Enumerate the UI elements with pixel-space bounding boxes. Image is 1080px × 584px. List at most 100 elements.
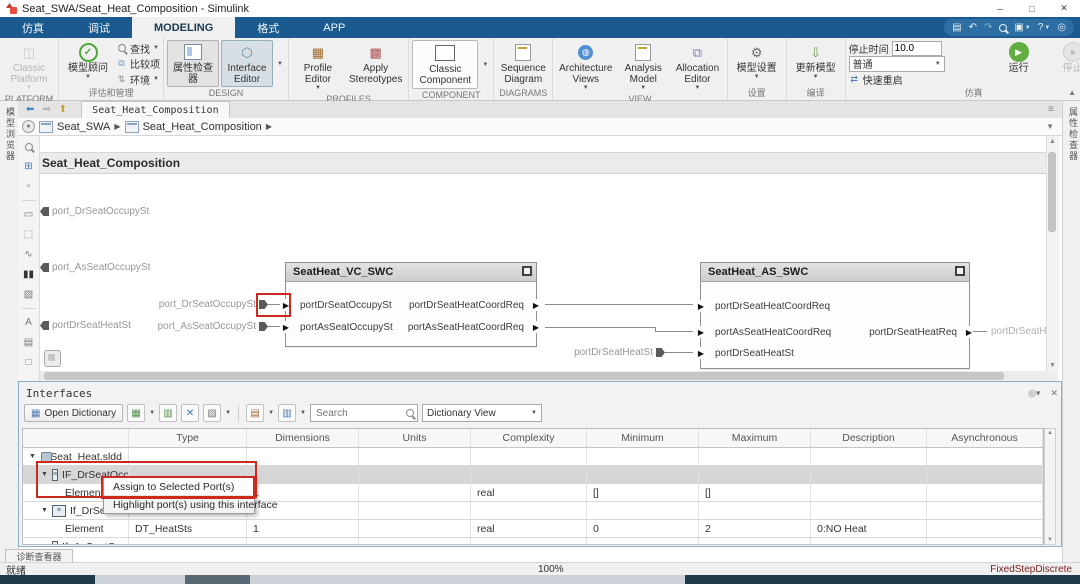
- minimize-button[interactable]: ─: [984, 1, 1016, 17]
- save-icon[interactable]: ▤: [952, 22, 961, 33]
- allocation-editor-button[interactable]: ⧉ Allocation Editor ▼: [671, 40, 723, 93]
- external-port[interactable]: portDrSeatHeatSt: [40, 320, 131, 331]
- canvas-badge-icon[interactable]: [44, 350, 61, 367]
- environment-button[interactable]: ⇅ 环境 ▼: [116, 72, 160, 87]
- stop-button[interactable]: ■ 停止: [1047, 40, 1080, 87]
- in-port-icon[interactable]: ▶: [695, 300, 707, 312]
- add-interface-caret-icon[interactable]: ▼: [149, 410, 155, 416]
- expand-icon[interactable]: ▼: [41, 543, 48, 544]
- breadcrumb-home-icon[interactable]: ●: [22, 120, 35, 133]
- port-connector-label[interactable]: portDrSeatHeatSt: [565, 347, 665, 358]
- tab-format[interactable]: 格式: [235, 17, 301, 38]
- order-button[interactable]: ▥: [278, 404, 297, 422]
- block-seatheat-vc-swc[interactable]: SeatHeat_VC_SWC ▶ ▶ portDrSeatOccupySt p…: [280, 262, 542, 347]
- in-port-icon[interactable]: ▶: [695, 326, 707, 338]
- model-advisor-button[interactable]: ✓ 模型顾问 ▼: [62, 40, 114, 87]
- box-tool-icon[interactable]: □: [22, 356, 36, 369]
- architecture-views-button[interactable]: ◍ Architecture Views ▼: [556, 40, 615, 93]
- external-port[interactable]: port_DrSeatOccupySt: [40, 206, 149, 217]
- in-port-icon[interactable]: ▶: [695, 347, 707, 359]
- import-button[interactable]: ▧: [203, 404, 222, 422]
- forward-icon[interactable]: ➡: [42, 104, 50, 115]
- table-row[interactable]: Element DT_HeatSts 1 real 0 2 0:NO Heat: [23, 520, 1043, 538]
- up-icon[interactable]: ⬆: [59, 104, 67, 115]
- breadcrumb-dropdown-icon[interactable]: ▼: [1046, 122, 1054, 131]
- undo-icon[interactable]: ↶: [969, 22, 977, 33]
- update-model-button[interactable]: ⇩ 更新模型 ▼: [790, 40, 842, 87]
- view-mode-select[interactable]: Dictionary View ▼: [421, 404, 542, 422]
- breadcrumb-current[interactable]: Seat_Heat_Composition: [143, 121, 262, 133]
- scope-tool-icon[interactable]: ∿: [22, 248, 36, 261]
- panel-close-icon[interactable]: ✕: [1050, 388, 1058, 399]
- account-icon[interactable]: ◎: [1057, 22, 1066, 33]
- stereotype-button[interactable]: ▤: [246, 404, 265, 422]
- block-seatheat-as-swc[interactable]: SeatHeat_AS_SWC ▶ ▶ ▶ portDrSeatHeatCoor…: [695, 262, 975, 369]
- annotation-tool-icon[interactable]: A: [22, 316, 36, 329]
- block-checkbox-icon[interactable]: [955, 266, 965, 276]
- compare-button[interactable]: ⧉ 比较项: [116, 57, 160, 71]
- external-port[interactable]: portDrSeatHeatRe: [988, 326, 1046, 337]
- table-vertical-scrollbar[interactable]: ▲ ▼: [1044, 428, 1056, 545]
- find-button[interactable]: 查找 ▼: [116, 41, 160, 56]
- profile-editor-button[interactable]: ▦ Profile Editor ▼: [292, 40, 344, 93]
- stop-time-input[interactable]: [891, 40, 942, 56]
- breadcrumb-caret-icon[interactable]: ▶: [266, 122, 272, 131]
- scroll-up-icon[interactable]: ▲: [1049, 138, 1056, 145]
- sim-mode-select[interactable]: 普通 ▼: [848, 55, 945, 72]
- out-port-icon[interactable]: ▶: [963, 326, 975, 338]
- status-solver[interactable]: FixedStepDiscrete: [990, 564, 1072, 575]
- model-browser-strip[interactable]: 模型浏览器: [0, 101, 19, 562]
- vertical-scroll-thumb[interactable]: [1048, 152, 1056, 232]
- scroll-down-icon[interactable]: ▼: [1049, 362, 1056, 369]
- back-icon[interactable]: ⬅: [26, 104, 34, 115]
- breadcrumb-root[interactable]: Seat_SWA: [57, 121, 110, 133]
- add-viewpoint-icon[interactable]: ⊞: [22, 160, 36, 173]
- fast-restart-button[interactable]: ⇄ 快速重启: [849, 72, 991, 87]
- block-checkbox-icon[interactable]: [522, 266, 532, 276]
- help-icon[interactable]: ? ▼: [1038, 22, 1051, 33]
- table-row[interactable]: ▼≡If_AsSeatOccup: [23, 538, 1043, 544]
- diagnostic-viewer-tab[interactable]: 诊断查看器: [5, 549, 73, 563]
- property-inspector-button[interactable]: 属性检查器: [167, 40, 219, 87]
- redo-icon[interactable]: ↷: [984, 22, 992, 33]
- external-port[interactable]: port_AsSeatOccupySt: [40, 262, 150, 273]
- order-caret-icon[interactable]: ▼: [300, 410, 306, 416]
- add-element-button[interactable]: ▥: [159, 404, 178, 422]
- search-input[interactable]: [313, 406, 406, 420]
- add-interface-button[interactable]: ▦: [127, 404, 146, 422]
- port-connector-label[interactable]: port_DrSeatOccupySt: [155, 299, 268, 310]
- classic-component-button[interactable]: Classic Component: [412, 40, 479, 89]
- tab-simulation[interactable]: 仿真: [0, 17, 66, 38]
- scroll-down-icon[interactable]: ▼: [1047, 537, 1053, 543]
- subsystem-tool-icon[interactable]: ▭: [22, 208, 36, 221]
- sequence-diagram-button[interactable]: Sequence Diagram: [497, 40, 549, 87]
- zoom-tool-icon[interactable]: [22, 140, 36, 153]
- design-dropdown-icon[interactable]: ▼: [275, 61, 285, 67]
- expand-icon[interactable]: ▼: [29, 453, 36, 460]
- expand-icon[interactable]: ▼: [41, 507, 48, 514]
- collapse-ribbon-icon[interactable]: ▲: [1068, 88, 1076, 97]
- horizontal-scroll-thumb[interactable]: [44, 372, 1004, 380]
- tab-modeling[interactable]: MODELING: [132, 17, 236, 38]
- panel-minimize-icon[interactable]: ◎▾: [1028, 388, 1040, 399]
- classic-platform-button[interactable]: ◫ Classic Platform ▼: [3, 40, 55, 93]
- component-dropdown-icon[interactable]: ▼: [480, 62, 490, 68]
- port-connector-label[interactable]: port_AsSeatOccupySt: [155, 321, 268, 332]
- zoom-icon[interactable]: [999, 23, 1008, 32]
- tab-list-icon[interactable]: ≡: [1048, 104, 1054, 115]
- apply-stereotypes-button[interactable]: ▩ Apply Stereotypes: [346, 40, 405, 93]
- import-caret-icon[interactable]: ▼: [225, 410, 231, 416]
- capture-icon[interactable]: ▣ ▼: [1014, 22, 1030, 33]
- property-inspector-strip[interactable]: 属性检查器: [1062, 101, 1080, 562]
- close-button[interactable]: ✕: [1048, 1, 1080, 17]
- stamp-tool-icon[interactable]: ▤: [22, 336, 36, 349]
- document-tab[interactable]: Seat_Heat_Composition: [81, 100, 230, 119]
- analysis-model-button[interactable]: Analysis Model ▼: [617, 40, 669, 93]
- delete-button[interactable]: ✕: [181, 404, 200, 422]
- model-settings-button[interactable]: ⚙ 模型设置 ▼: [731, 40, 783, 87]
- area-tool-icon[interactable]: ⬚: [22, 228, 36, 241]
- out-port-icon[interactable]: ▶: [530, 299, 542, 311]
- tab-debug[interactable]: 调试: [66, 17, 132, 38]
- barcode-tool-icon[interactable]: ▮▮: [22, 268, 36, 281]
- run-button[interactable]: ▶ 运行: [993, 40, 1045, 87]
